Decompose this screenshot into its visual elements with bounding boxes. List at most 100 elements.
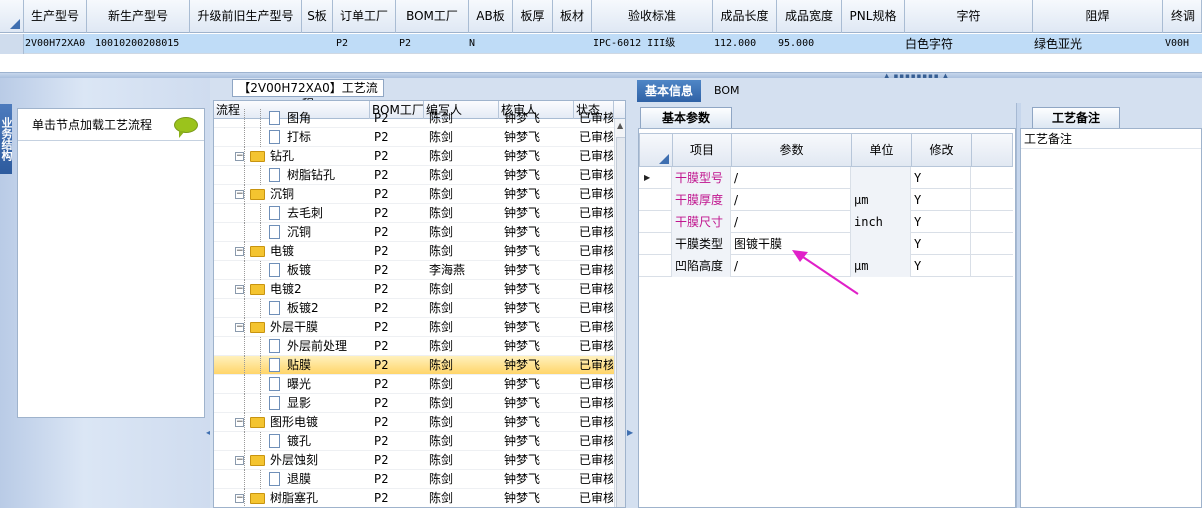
tree-scrollbar[interactable]: ▲ [614, 119, 625, 507]
param-cell-unit[interactable] [851, 233, 911, 255]
tree-row[interactable]: − 钻孔 P2 陈剑 钟梦飞 已审核 [214, 147, 614, 166]
tree-row[interactable]: 板镀 P2 李海燕 钟梦飞 已审核 [214, 261, 614, 280]
row-header[interactable] [639, 233, 672, 255]
param-cell-param[interactable]: / [731, 189, 851, 211]
tree-row[interactable]: 沉铜 P2 陈剑 钟梦飞 已审核 [214, 223, 614, 242]
param-cell-item[interactable]: 干膜型号 [672, 167, 731, 189]
row-header[interactable] [639, 211, 672, 233]
cell-width[interactable]: 95.000 [778, 34, 840, 54]
tree-row[interactable]: − 外层蚀刻 P2 陈剑 钟梦飞 已审核 [214, 451, 614, 470]
collapse-node-icon[interactable]: − [235, 247, 244, 256]
cell-old-model[interactable] [192, 34, 300, 54]
cell-length[interactable]: 112.000 [714, 34, 776, 54]
col-header-model[interactable]: 生产型号 [24, 0, 87, 33]
col-header-s-board[interactable]: S板 [302, 0, 333, 33]
col-header-order-factory[interactable]: 订单工厂 [333, 0, 396, 33]
tree-row[interactable]: 板镀2 P2 陈剑 钟梦飞 已审核 [214, 299, 614, 318]
col-header-solder-mask[interactable]: 阻焊 [1033, 0, 1163, 33]
collapse-middle-icon[interactable]: ▶ [627, 428, 633, 437]
param-cell-param[interactable]: / [731, 255, 851, 277]
collapse-node-icon[interactable]: − [235, 190, 244, 199]
param-cell-unit[interactable]: μm [851, 189, 911, 211]
col-header-final[interactable]: 终调 [1163, 0, 1202, 33]
col-header-new-model[interactable]: 新生产型号 [87, 0, 190, 33]
model-grid-row[interactable]: 2V00H72XA0 10010200208015 P2 P2 N IPC-60… [0, 34, 1202, 54]
col-header-bom-factory[interactable]: BOM工厂 [396, 0, 469, 33]
row-selector[interactable] [0, 34, 24, 54]
tree-row[interactable]: − 电镀 P2 陈剑 钟梦飞 已审核 [214, 242, 614, 261]
param-cell-param[interactable]: 图镀干膜 [731, 233, 851, 255]
tab-basic-params[interactable]: 基本参数 [640, 107, 732, 128]
tree-row[interactable]: 贴膜 P2 陈剑 钟梦飞 已审核 [214, 356, 614, 375]
cell-order-factory[interactable]: P2 [336, 34, 366, 54]
tree-row[interactable]: 树脂钻孔 P2 陈剑 钟梦飞 已审核 [214, 166, 614, 185]
collapse-node-icon[interactable]: − [235, 456, 244, 465]
col-header-item[interactable]: 项目 [673, 134, 732, 167]
param-cell-param[interactable]: / [731, 211, 851, 233]
col-header-pnl[interactable]: PNL规格 [842, 0, 905, 33]
row-header[interactable] [639, 189, 672, 211]
col-header-old-model[interactable]: 升级前旧生产型号 [190, 0, 302, 33]
cell-solder-mask[interactable]: 绿色亚光 [1034, 34, 1162, 54]
cell-ab-board[interactable]: N [469, 34, 499, 54]
param-row[interactable]: 干膜厚度 / μm Y [639, 189, 1013, 211]
col-header-ab-board[interactable]: AB板 [469, 0, 513, 33]
tab-process-notes[interactable]: 工艺备注 [1032, 107, 1120, 128]
cell-material[interactable] [555, 34, 591, 54]
collapse-node-icon[interactable]: − [235, 418, 244, 427]
tab-basic-info[interactable]: 基本信息 [637, 80, 702, 102]
param-row[interactable]: 凹陷高度 / μm Y [639, 255, 1013, 277]
param-cell-unit[interactable] [851, 167, 911, 189]
collapse-node-icon[interactable]: − [235, 494, 244, 503]
tree-row[interactable]: 退膜 P2 陈剑 钟梦飞 已审核 [214, 470, 614, 489]
grid-corner[interactable] [0, 0, 24, 33]
param-cell-item[interactable]: 凹陷高度 [672, 255, 731, 277]
tree-row[interactable]: 去毛刺 P2 陈剑 钟梦飞 已审核 [214, 204, 614, 223]
current-row-icon[interactable]: ▶ [639, 167, 672, 189]
tree-row[interactable]: − 图形电镀 P2 陈剑 钟梦飞 已审核 [214, 413, 614, 432]
tree-row[interactable]: 外层前处理 P2 陈剑 钟梦飞 已审核 [214, 337, 614, 356]
param-cell-item[interactable]: 干膜类型 [672, 233, 731, 255]
param-cell-modified[interactable]: Y [911, 233, 971, 255]
tree-row[interactable]: 曝光 P2 陈剑 钟梦飞 已审核 [214, 375, 614, 394]
cell-bom-factory[interactable]: P2 [399, 34, 429, 54]
tree-row[interactable]: − 树脂塞孔 P2 陈剑 钟梦飞 已审核 [214, 489, 614, 507]
tree-row[interactable]: 镀孔 P2 陈剑 钟梦飞 已审核 [214, 432, 614, 451]
col-header-thickness[interactable]: 板厚 [513, 0, 553, 33]
tree-row[interactable]: 打标 P2 陈剑 钟梦飞 已审核 [214, 128, 614, 147]
cell-model[interactable]: 2V00H72XA0 [25, 34, 87, 54]
tree-row[interactable]: − 电镀2 P2 陈剑 钟梦飞 已审核 [214, 280, 614, 299]
param-cell-unit[interactable]: μm [851, 255, 911, 277]
side-tab-business-structure[interactable]: 业务结构 [0, 104, 12, 174]
tree-row[interactable]: 显影 P2 陈剑 钟梦飞 已审核 [214, 394, 614, 413]
param-cell-modified[interactable]: Y [911, 211, 971, 233]
collapse-node-icon[interactable]: − [235, 285, 244, 294]
tree-row[interactable]: 图角 P2 陈剑 钟梦飞 已审核 [214, 109, 614, 128]
cell-thickness[interactable] [515, 34, 551, 54]
col-header-length[interactable]: 成品长度 [713, 0, 777, 33]
tab-bom[interactable]: BOM [706, 80, 748, 102]
col-header-param[interactable]: 参数 [732, 134, 852, 167]
param-row[interactable]: 干膜类型 图镀干膜 Y [639, 233, 1013, 255]
cell-standard[interactable]: IPC-6012 III级 [593, 34, 711, 54]
param-grid-corner[interactable] [640, 134, 673, 167]
process-notes-area[interactable]: 工艺备注 [1020, 128, 1202, 508]
cell-new-model[interactable]: 10010200208015 [95, 34, 189, 54]
row-header[interactable] [639, 255, 672, 277]
col-header-silkscreen[interactable]: 字符 [905, 0, 1033, 33]
param-row[interactable]: ▶ 干膜型号 / Y [639, 167, 1013, 189]
param-cell-unit[interactable]: inch [851, 211, 911, 233]
param-cell-modified[interactable]: Y [911, 167, 971, 189]
scroll-up-icon[interactable]: ▲ [617, 121, 623, 130]
tree-row[interactable]: − 沉铜 P2 陈剑 钟梦飞 已审核 [214, 185, 614, 204]
col-header-material[interactable]: 板材 [553, 0, 592, 33]
param-cell-param[interactable]: / [731, 167, 851, 189]
col-header-modified[interactable]: 修改 [912, 134, 972, 167]
scroll-thumb[interactable] [616, 137, 625, 507]
collapse-node-icon[interactable]: − [235, 323, 244, 332]
tree-row[interactable]: − 外层干膜 P2 陈剑 钟梦飞 已审核 [214, 318, 614, 337]
param-cell-item[interactable]: 干膜尺寸 [672, 211, 731, 233]
param-row[interactable]: 干膜尺寸 / inch Y [639, 211, 1013, 233]
param-cell-modified[interactable]: Y [911, 189, 971, 211]
cell-final[interactable]: V00H [1165, 34, 1202, 54]
